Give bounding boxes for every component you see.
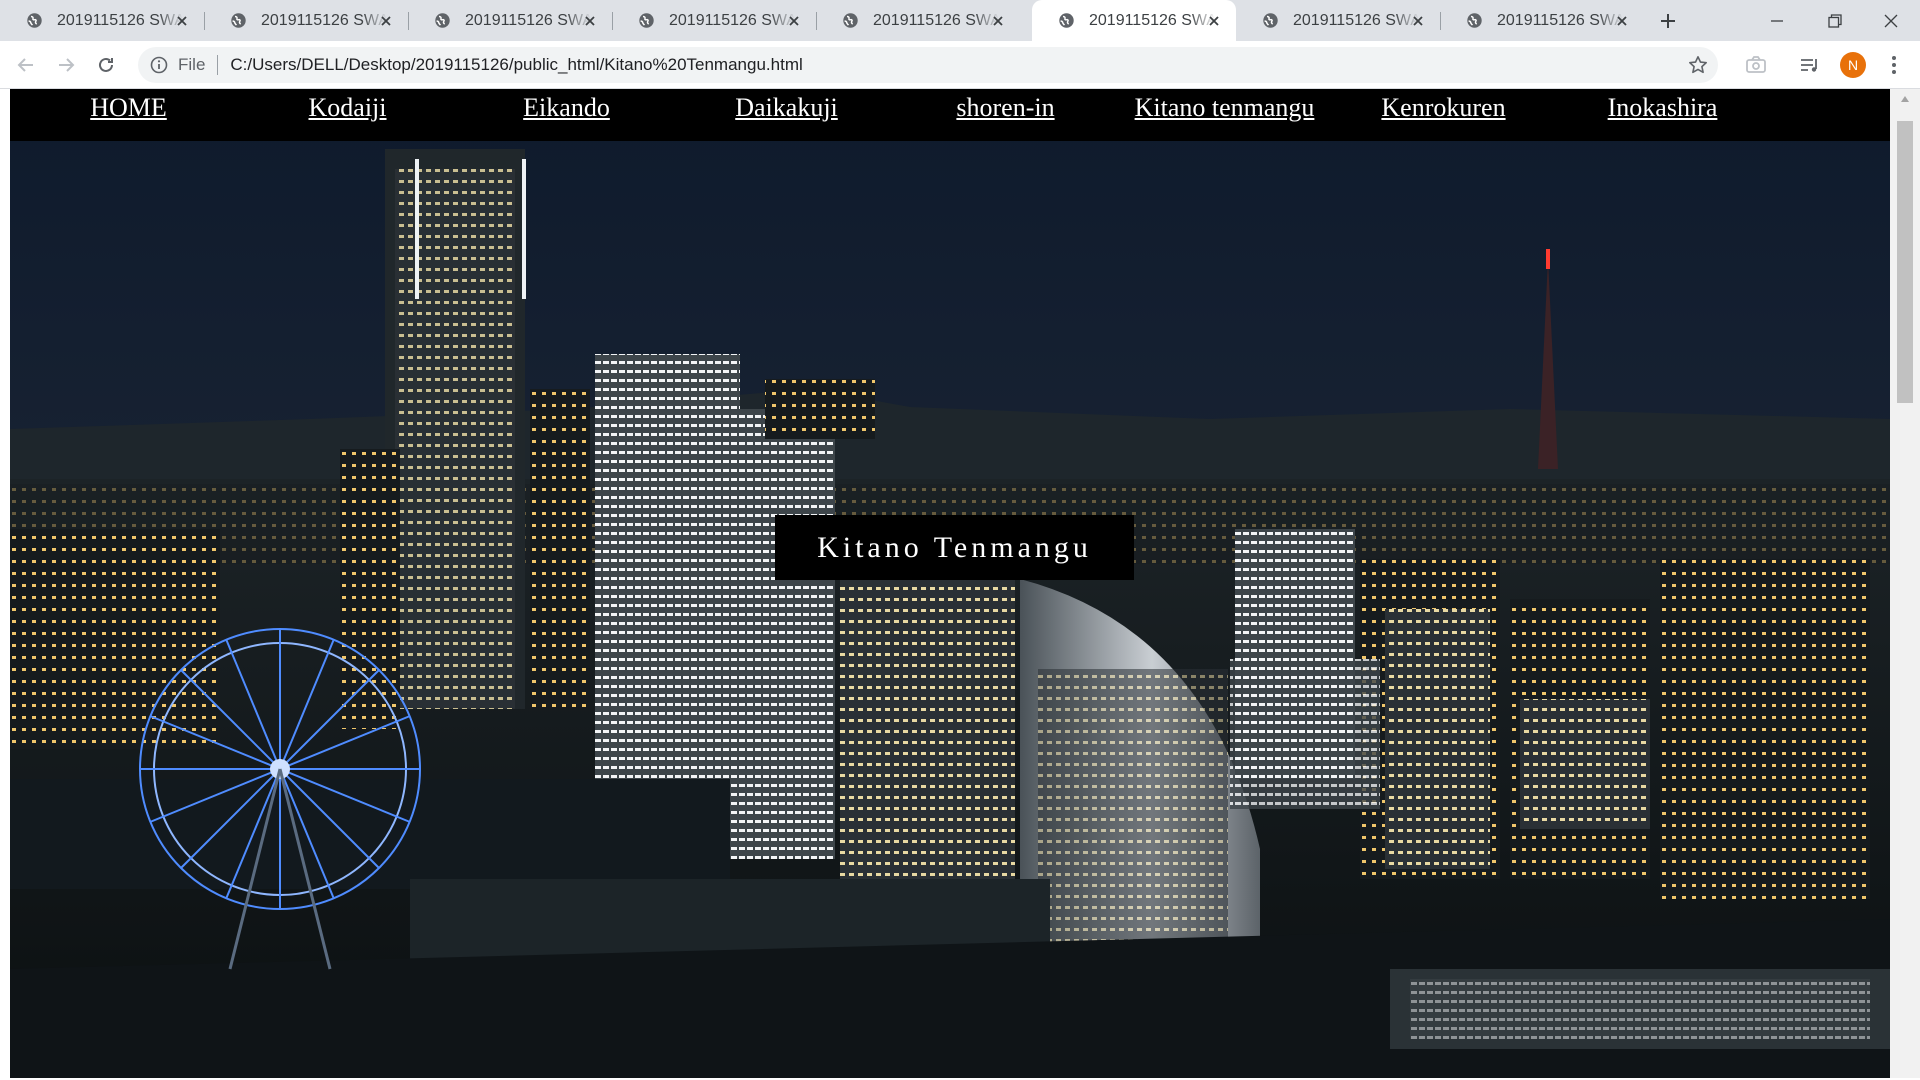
- nav-link-daikakuji[interactable]: Daikakuji: [677, 93, 896, 123]
- address-divider: [217, 55, 219, 75]
- browser-tab[interactable]: 2019115126 SWAMI: [1236, 0, 1440, 41]
- close-window-button[interactable]: [1862, 0, 1920, 41]
- globe-icon: [1263, 13, 1278, 28]
- plus-icon: [1661, 14, 1675, 28]
- browser-tab[interactable]: 2019115126 SWAMI: [612, 0, 816, 41]
- bookmark-star-icon[interactable]: [1688, 55, 1708, 75]
- close-icon: [1884, 14, 1898, 27]
- reload-button[interactable]: [92, 51, 120, 79]
- restore-button[interactable]: [1806, 0, 1864, 41]
- globe-icon: [1467, 13, 1482, 28]
- browser-toolbar: File C:/Users/DELL/Desktop/2019115126/pu…: [0, 41, 1920, 89]
- close-icon: [789, 16, 799, 26]
- tab-title: 2019115126 SWAMI: [465, 11, 591, 29]
- nav-link-eikando[interactable]: Eikando: [457, 93, 676, 123]
- browser-tab[interactable]: 2019115126 SWAMI: [1440, 0, 1644, 41]
- tab-close-button[interactable]: [582, 13, 598, 29]
- tab-title: 2019115126 SWAMI: [1089, 11, 1215, 29]
- tab-title: 2019115126 SWAMI: [261, 11, 387, 29]
- back-button[interactable]: [12, 51, 40, 79]
- close-icon: [1209, 16, 1219, 26]
- triangle-up-icon: [1901, 96, 1909, 102]
- screenshot-extension-button[interactable]: [1742, 51, 1770, 79]
- tab-title: 2019115126 SWAMI: [1497, 11, 1623, 29]
- arrow-right-icon: [59, 58, 75, 72]
- browser-tab[interactable]: 2019115126 SWAMI: [816, 0, 1020, 41]
- hero-city-night-image: [10, 89, 1890, 1078]
- tab-close-button[interactable]: [174, 13, 190, 29]
- minimize-icon: [1771, 19, 1783, 22]
- nav-link-inokashira[interactable]: Inokashira: [1553, 93, 1772, 123]
- globe-icon: [435, 13, 450, 28]
- browser-tab[interactable]: 2019115126 SWAMI: [204, 0, 408, 41]
- tab-close-button[interactable]: [1410, 13, 1426, 29]
- nav-link-shoren-in[interactable]: shoren-in: [896, 93, 1115, 123]
- scroll-up-button[interactable]: [1890, 89, 1920, 109]
- vertical-scrollbar[interactable]: [1890, 89, 1920, 1078]
- tab-title: 2019115126 SWAMI: [873, 11, 999, 29]
- globe-icon: [1059, 13, 1074, 28]
- tab-close-button[interactable]: [378, 13, 394, 29]
- page-viewport: HOME Kodaiji Eikando Daikakuji shoren-in…: [0, 89, 1920, 1080]
- nav-link-home[interactable]: HOME: [19, 93, 238, 123]
- nav-link-kenrokuren[interactable]: Kenrokuren: [1334, 93, 1553, 123]
- arrow-left-icon: [17, 58, 33, 72]
- tab-close-button[interactable]: [786, 13, 802, 29]
- address-bar[interactable]: File C:/Users/DELL/Desktop/2019115126/pu…: [138, 47, 1718, 83]
- tab-close-button[interactable]: [990, 13, 1006, 29]
- close-icon: [585, 16, 595, 26]
- globe-icon: [639, 13, 654, 28]
- camera-icon: [1746, 56, 1766, 73]
- reload-icon: [99, 57, 113, 72]
- tab-title: 2019115126 SWAMI: [57, 11, 183, 29]
- tab-strip: 2019115126 SWAMI 2019115126 SWAMI 20191151…: [0, 0, 1920, 41]
- tab-title: 2019115126 SWAMI: [669, 11, 795, 29]
- page-title-caption: Kitano Tenmangu: [775, 515, 1134, 580]
- nav-link-kodaiji[interactable]: Kodaiji: [238, 93, 457, 123]
- minimize-button[interactable]: [1748, 0, 1806, 41]
- tab-close-button[interactable]: [1614, 13, 1630, 29]
- url-text[interactable]: C:/Users/DELL/Desktop/2019115126/public_…: [230, 55, 802, 75]
- info-icon[interactable]: [150, 56, 168, 74]
- browser-tab[interactable]: 2019115126 SWAMI: [408, 0, 612, 41]
- media-control-button[interactable]: [1796, 51, 1824, 79]
- globe-icon: [843, 13, 858, 28]
- web-page: HOME Kodaiji Eikando Daikakuji shoren-in…: [10, 89, 1890, 1078]
- forward-button[interactable]: [52, 51, 80, 79]
- close-icon: [381, 16, 391, 26]
- site-nav-bar: HOME Kodaiji Eikando Daikakuji shoren-in…: [10, 89, 1890, 141]
- scheme-label: File: [178, 55, 206, 74]
- tab-title: 2019115126 SWAMI: [1293, 11, 1419, 29]
- scrollbar-thumb[interactable]: [1897, 121, 1913, 403]
- close-icon: [1413, 16, 1423, 26]
- menu-button[interactable]: [1880, 51, 1908, 79]
- browser-tab[interactable]: 2019115126 SWAMI: [0, 0, 204, 41]
- nav-link-kitano-tenmangu[interactable]: Kitano tenmangu: [1115, 93, 1334, 123]
- globe-icon: [27, 13, 42, 28]
- tab-close-button[interactable]: [1206, 13, 1222, 29]
- restore-icon: [1828, 13, 1842, 28]
- playlist-icon: [1801, 59, 1817, 72]
- close-icon: [993, 16, 1003, 26]
- new-tab-button[interactable]: [1654, 8, 1682, 34]
- close-icon: [177, 16, 187, 26]
- browser-tab[interactable]: 2019115126 SWAMI: [1032, 0, 1236, 41]
- profile-avatar[interactable]: N: [1840, 52, 1866, 78]
- globe-icon: [231, 13, 246, 28]
- close-icon: [1617, 16, 1627, 26]
- more-vertical-icon: [1892, 56, 1896, 74]
